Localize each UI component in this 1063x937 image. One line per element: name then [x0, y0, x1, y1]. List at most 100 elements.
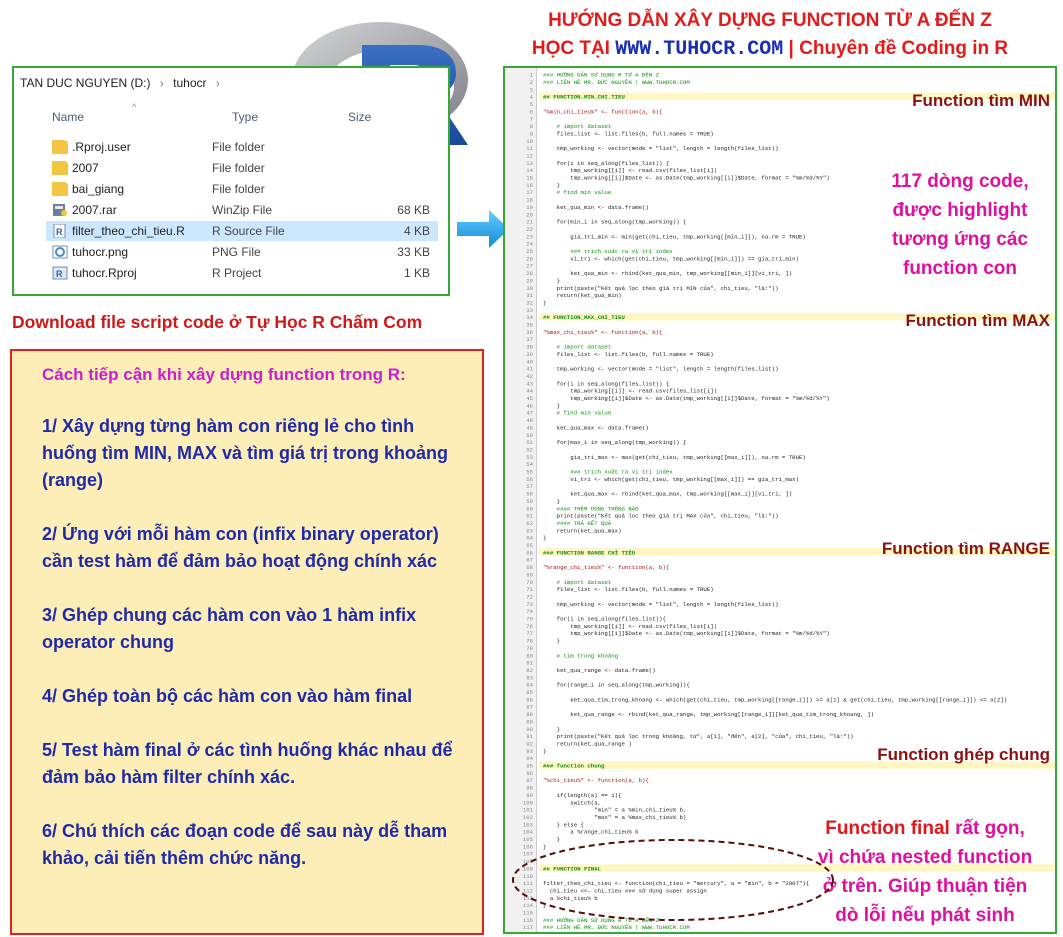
code-line: }: [543, 748, 546, 755]
line-number: 24: [526, 241, 533, 248]
final-function-highlight-ellipse: [512, 839, 834, 921]
code-line: # find min value: [543, 189, 612, 196]
line-number: 20: [526, 211, 533, 218]
file-row[interactable]: Rfilter_theo_chi_tieu.R R Source File 4 KB: [46, 221, 438, 241]
code-line: } else {: [543, 821, 584, 828]
line-number: 32: [526, 299, 533, 306]
code-line: ### FUNCTION RANGE CHỈ TIÊU: [543, 549, 636, 556]
file-type: File folder: [212, 161, 265, 175]
file-row[interactable]: .Rproj.user File folder: [46, 137, 438, 157]
line-number: 80: [526, 652, 533, 659]
file-name: 2007.rar: [72, 203, 117, 217]
approach-step: 6/ Chú thích các đoạn code để sau này dễ…: [42, 821, 448, 868]
code-line: for(i in seq_along(files_list)) {: [543, 160, 669, 167]
code-line: ### function chung: [543, 763, 605, 770]
line-number: 53: [526, 454, 533, 461]
code-line: tmp_working[[i]]$Date <- as.Date(tmp_wor…: [543, 395, 830, 402]
file-row[interactable]: bai_giang File folder: [46, 179, 438, 199]
line-number: 100: [523, 799, 534, 806]
code-line: for(range_i in seq_along(tmp_working)){: [543, 682, 690, 689]
page-title-line2: HỌC TẠI WWW.TUHOCR.COM | Chuyên đề Codin…: [470, 38, 1063, 61]
line-number: 48: [526, 417, 533, 424]
line-number: 65: [526, 542, 533, 549]
annotation-max: Function tìm MAX: [905, 311, 1050, 330]
code-line: "%chi_tieu%" <- function(a, b){: [543, 777, 649, 784]
file-name: tuhocr.png: [72, 245, 129, 259]
winzip-icon: [52, 203, 68, 217]
file-explorer-window: TAN DUC NGUYEN (D:) › tuhocr › Name ^ Ty…: [12, 66, 450, 296]
line-number: 58: [526, 491, 533, 498]
line-number: 87: [526, 704, 533, 711]
column-header-type[interactable]: Type: [232, 110, 258, 124]
line-number: 77: [526, 630, 533, 637]
code-line: tmp_working[[i]] <- read.csv(files_list[…: [543, 623, 717, 630]
line-number: 42: [526, 373, 533, 380]
page-title-line1: HƯỚNG DẪN XÂY DỰNG FUNCTION TỪ A ĐẾN Z: [548, 10, 992, 31]
code-line: vi_tri <- which(get(chi_tieu, tmp_workin…: [543, 255, 799, 262]
code-line: #### THÊM DÒNG THÔNG BÁO: [543, 505, 639, 512]
code-line: "%range_chi_tieu%" <- function(a, b){: [543, 564, 669, 571]
line-number: 39: [526, 351, 533, 358]
code-line: }: [543, 638, 560, 645]
line-number: 94: [526, 755, 533, 762]
file-row[interactable]: 2007.rar WinZip File 68 KB: [46, 200, 438, 220]
breadcrumb-expand-icon[interactable]: ›: [216, 76, 220, 90]
code-line: }: [543, 299, 546, 306]
code-line: ### LIÊN HỆ MR. ĐỨC NGUYỄN | WWW.TUHOCR.…: [543, 924, 690, 931]
line-number: 91: [526, 733, 533, 740]
line-number: 27: [526, 263, 533, 270]
file-type: File folder: [212, 140, 265, 154]
line-number: 7: [530, 116, 533, 123]
line-number: 82: [526, 667, 533, 674]
line-number: 50: [526, 432, 533, 439]
line-number: 79: [526, 645, 533, 652]
line-number: 29: [526, 277, 533, 284]
download-caption: Download file script code ở Tự Học R Chấ…: [12, 312, 423, 332]
breadcrumb-drive[interactable]: TAN DUC NGUYEN (D:): [20, 76, 150, 90]
column-header-name[interactable]: Name: [52, 110, 84, 124]
line-number: 30: [526, 285, 533, 292]
file-row[interactable]: Rtuhocr.Rproj R Project 1 KB: [46, 263, 438, 283]
file-type: WinZip File: [212, 203, 273, 217]
code-line: # import dataset: [543, 123, 611, 130]
line-number: 93: [526, 748, 533, 755]
line-number: 8: [530, 123, 533, 130]
line-number: 52: [526, 446, 533, 453]
code-line: files_list <- list.files(b, full.names =…: [543, 130, 714, 137]
line-number: 5: [530, 101, 533, 108]
line-number: 21: [526, 219, 533, 226]
breadcrumb: TAN DUC NGUYEN (D:) › tuhocr ›: [20, 76, 226, 90]
file-row[interactable]: tuhocr.png PNG File 33 KB: [46, 242, 438, 262]
line-number: 38: [526, 344, 533, 351]
code-line: tmp_working <- vector(mode = "list", len…: [543, 145, 779, 152]
line-number: 49: [526, 424, 533, 431]
code-line: tmp_working[[i]] <- read.csv(files_list[…: [543, 167, 717, 174]
line-number: 51: [526, 439, 533, 446]
code-line: tmp_working[[i]] <- read.csv(files_list[…: [543, 388, 717, 395]
annotation-line-count: 117 dòng code, được highlight tương ứng …: [860, 167, 1060, 283]
r-source-icon: R: [52, 223, 68, 239]
annotation-line-count-text: 117 dòng code,: [891, 171, 1029, 192]
file-name: 2007: [72, 161, 99, 175]
approach-step: 4/ Ghép toàn bộ các hàm con vào hàm fina…: [42, 686, 413, 706]
file-row[interactable]: 2007 File folder: [46, 158, 438, 178]
line-number: 40: [526, 358, 533, 365]
code-line: ### LIÊN HỆ MR. ĐỨC NGUYỄN | WWW.TUHOCR.…: [543, 79, 690, 86]
line-number: 85: [526, 689, 533, 696]
file-size: 1 KB: [403, 266, 430, 280]
line-number: 78: [526, 638, 533, 645]
svg-text:R: R: [56, 227, 63, 237]
line-number: 46: [526, 402, 533, 409]
code-line: #### TRẢ KẾT QUẢ: [543, 519, 612, 527]
code-line: ket_qua_range <- rbind(ket_qua_range, tm…: [543, 711, 874, 718]
file-name: tuhocr.Rproj: [72, 266, 137, 280]
file-size: 33 KB: [397, 245, 430, 259]
website-url: WWW.TUHOCR.COM: [615, 38, 784, 61]
line-number: 92: [526, 740, 533, 747]
breadcrumb-folder[interactable]: tuhocr: [173, 76, 206, 90]
line-number: 70: [526, 579, 533, 586]
line-number: 26: [526, 255, 533, 262]
column-header-size[interactable]: Size: [348, 110, 452, 130]
code-line: ### HƯỚNG DẪN SỬ DỤNG R TỪ A ĐẾN Z: [543, 71, 660, 79]
file-type: File folder: [212, 182, 265, 196]
